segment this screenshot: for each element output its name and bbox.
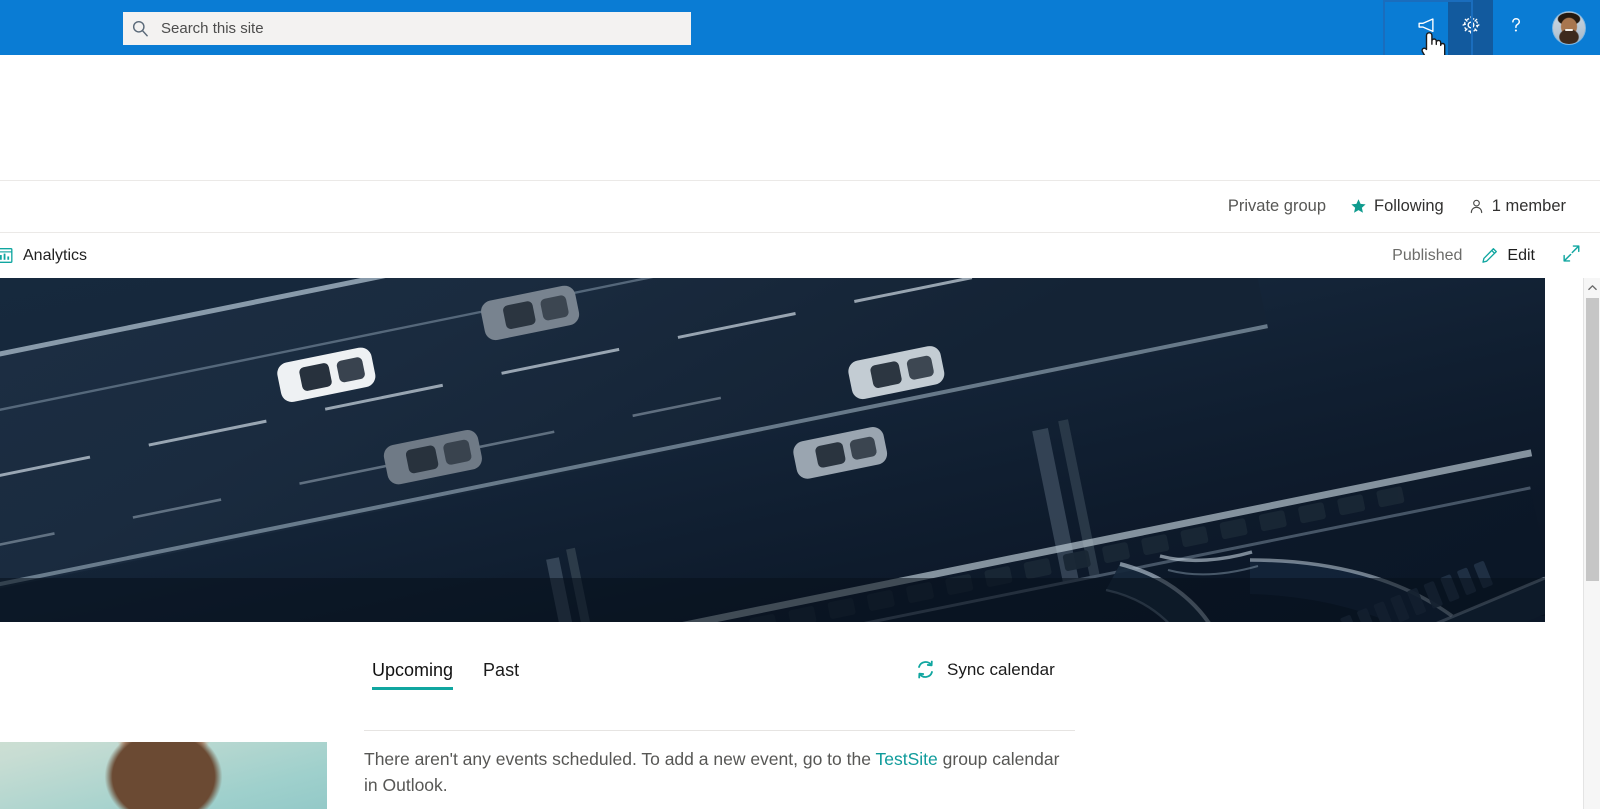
analytics-button[interactable]: Analytics [0, 246, 87, 265]
hero-banner[interactable]: y [0, 278, 1545, 622]
search-icon [123, 12, 157, 45]
privacy-label: Private group [1216, 187, 1338, 227]
settings-button[interactable] [1448, 0, 1493, 55]
help-button[interactable] [1493, 0, 1538, 55]
account-button[interactable] [1538, 0, 1600, 55]
tab-upcoming[interactable]: Upcoming [372, 660, 454, 690]
command-bar-left: Analytics [0, 246, 87, 265]
sync-calendar-label: Sync calendar [947, 659, 1055, 679]
tab-past-label: Past [483, 660, 520, 680]
following-button[interactable]: Following [1338, 187, 1456, 227]
star-icon [1350, 198, 1367, 215]
site-header-area [0, 55, 1600, 180]
search-box[interactable] [123, 12, 691, 45]
events-divider [364, 730, 1075, 731]
person-icon [1468, 198, 1485, 215]
members-label: 1 member [1491, 197, 1566, 215]
suite-actions [1403, 0, 1600, 55]
analytics-label: Analytics [23, 246, 88, 264]
avatar [1553, 11, 1585, 44]
analytics-chart-icon [0, 246, 14, 265]
vertical-scrollbar[interactable] [1583, 278, 1600, 809]
tab-past[interactable]: Past [483, 660, 519, 690]
refresh-icon [915, 659, 936, 680]
events-empty-text-before: There aren't any events scheduled. To ad… [364, 749, 876, 769]
scrollbar-thumb[interactable] [1586, 298, 1599, 581]
search-input[interactable] [157, 13, 691, 44]
pencil-icon [1480, 246, 1499, 265]
help-question-icon [1505, 14, 1527, 41]
site-info-row: Private group Following 1 member [0, 181, 1600, 232]
news-card-thumbnail[interactable] [0, 742, 327, 809]
hero-image [0, 278, 1545, 622]
events-empty-message: There aren't any events scheduled. To ad… [364, 746, 1064, 799]
edit-label: Edit [1507, 246, 1535, 264]
chevron-up-icon [1587, 278, 1597, 296]
settings-gear-icon [1460, 14, 1482, 41]
edit-button[interactable]: Edit [1480, 246, 1535, 265]
sharepoint-site-page: Private group Following 1 member [0, 0, 1600, 809]
expand-diagonal-icon [1561, 243, 1582, 269]
command-bar: Analytics Published Edit [0, 233, 1600, 278]
scroll-up-button[interactable] [1584, 278, 1600, 295]
published-status: Published [1392, 246, 1463, 264]
command-bar-right: Published Edit [1392, 243, 1582, 269]
expand-button[interactable] [1561, 243, 1582, 269]
members-button[interactable]: 1 member [1456, 187, 1578, 227]
announcements-megaphone-icon [1415, 14, 1437, 41]
news-thumbnail-image [0, 742, 327, 809]
sync-calendar-button[interactable]: Sync calendar [915, 659, 1055, 680]
suite-bar [0, 0, 1600, 55]
tab-upcoming-label: Upcoming [372, 660, 454, 680]
announcements-button[interactable] [1403, 0, 1448, 55]
privacy-text: Private group [1227, 197, 1327, 215]
testsite-group-link[interactable]: TestSite [876, 749, 938, 769]
events-tabs: Upcoming Past [372, 660, 519, 690]
following-label: Following [1374, 197, 1444, 215]
